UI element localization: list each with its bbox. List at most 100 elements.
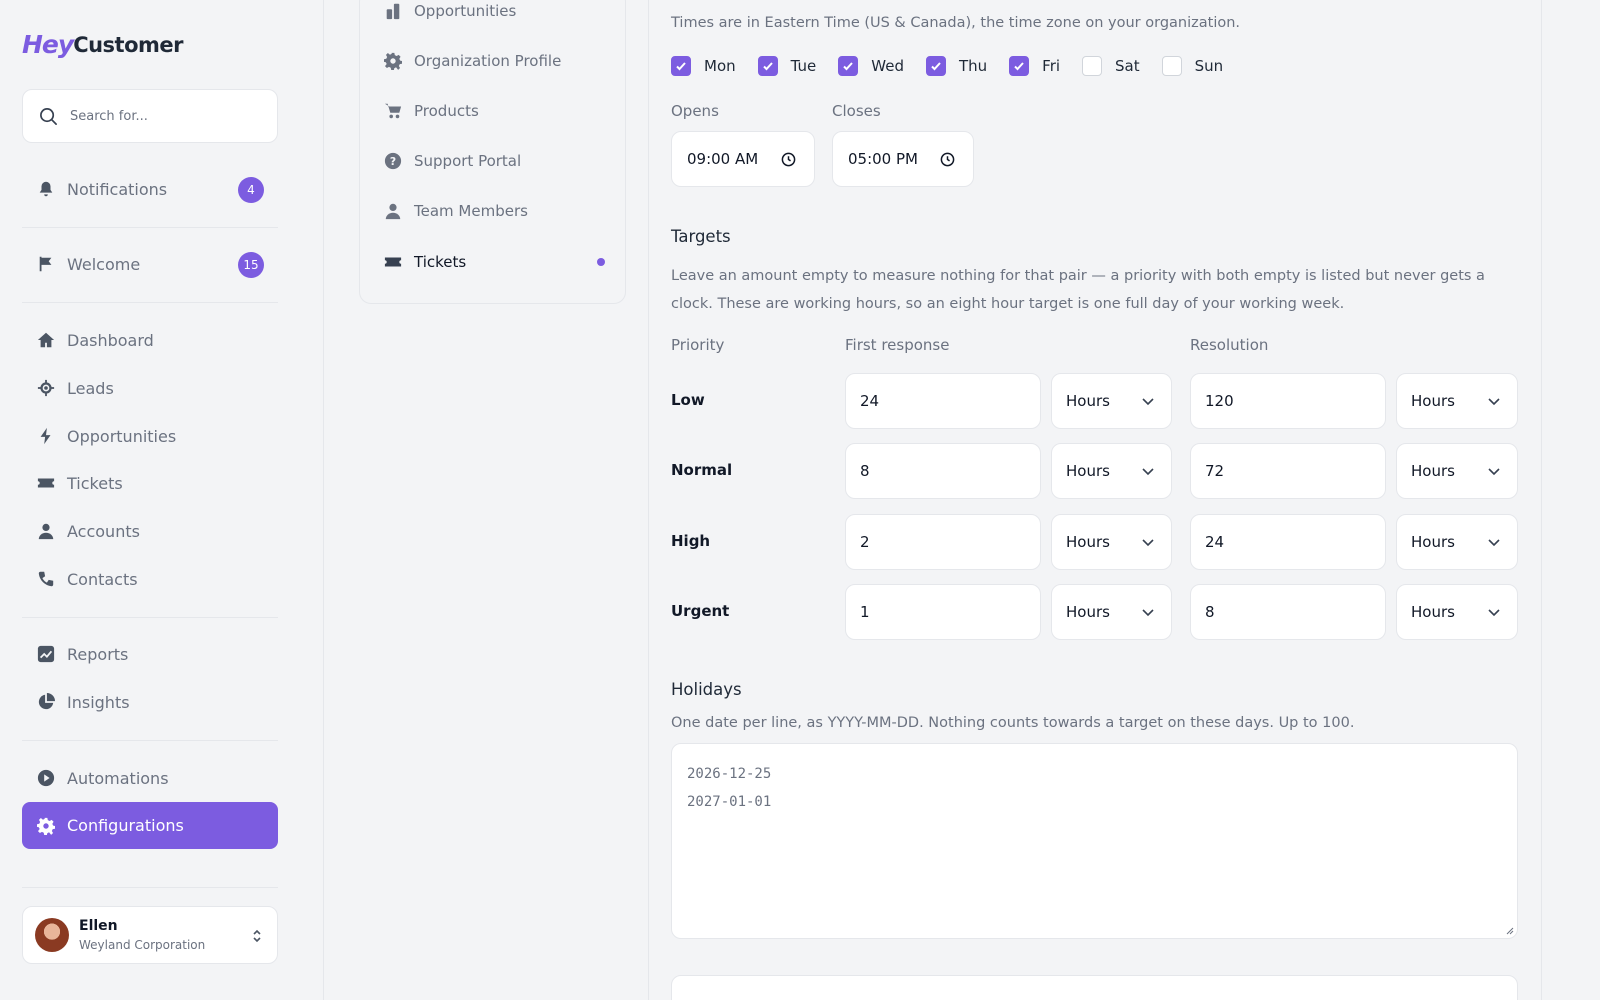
first-response-unit-select-high[interactable]: Hours: [1051, 514, 1172, 570]
sidebar-item-label: Configurations: [67, 816, 184, 835]
day-label: Mon: [704, 57, 736, 75]
day-label: Wed: [871, 57, 904, 75]
subnav-item-tickets[interactable]: Tickets: [383, 248, 605, 276]
sidebar-item-tickets[interactable]: Tickets: [22, 460, 278, 506]
checkbox[interactable]: [671, 56, 691, 76]
home-icon: [36, 330, 56, 350]
cart-icon: [383, 102, 403, 120]
logo[interactable]: Hey Customer: [22, 30, 183, 59]
checkbox[interactable]: [925, 56, 946, 76]
chevron-down-icon: [1488, 609, 1500, 617]
divider: [22, 887, 278, 888]
checkbox[interactable]: [1161, 56, 1182, 76]
sidebar-item-accounts[interactable]: Accounts: [22, 508, 278, 554]
chart-icon: [36, 644, 56, 664]
search-input[interactable]: [70, 108, 260, 124]
first-response-input-high[interactable]: 2: [845, 514, 1041, 570]
sidebar-item-reports[interactable]: Reports: [22, 631, 278, 677]
gear-icon: [383, 52, 403, 70]
subnav-item-label: Support Portal: [414, 152, 522, 170]
sidebar-item-notifications[interactable]: Notifications 4: [22, 166, 278, 212]
day-fri-checkbox[interactable]: Fri: [1009, 56, 1060, 76]
sidebar-item-automations[interactable]: Automations: [22, 755, 278, 801]
opens-time-input[interactable]: 09:00 AM: [671, 131, 815, 187]
divider: [22, 740, 278, 741]
sidebar-item-label: Contacts: [67, 569, 138, 589]
logo-hey: Hey: [22, 30, 74, 59]
check-icon: [1014, 62, 1024, 71]
check-icon: [762, 62, 773, 71]
first-response-input-urgent[interactable]: 1: [845, 584, 1041, 640]
first-response-input-low[interactable]: 24: [845, 373, 1041, 429]
crosshair-icon: [36, 378, 56, 398]
resolution-input-urgent[interactable]: 8: [1190, 584, 1386, 640]
first-response-unit-select-urgent[interactable]: Hours: [1051, 584, 1172, 640]
sidebar-item-leads[interactable]: Leads: [22, 365, 278, 411]
divider: [22, 227, 278, 228]
next-section-field[interactable]: [671, 975, 1518, 1000]
sidebar-item-opportunities[interactable]: Opportunities: [22, 413, 278, 459]
sidebar-item-label: Opportunities: [67, 426, 177, 446]
chevron-down-icon: [1488, 468, 1500, 476]
day-sat-checkbox[interactable]: Sat: [1082, 56, 1140, 76]
subnav-item-opportunities[interactable]: Opportunities: [383, 0, 605, 25]
subnav-item-organization-profile[interactable]: Organization Profile: [383, 47, 605, 75]
opens-value: 09:00 AM: [687, 150, 759, 168]
user-switcher[interactable]: Ellen Weyland Corporation: [22, 906, 278, 964]
sidebar-item-insights[interactable]: Insights: [22, 679, 278, 725]
holidays-placeholder-line: 2027-01-01: [687, 794, 772, 810]
col-header-resolution: Resolution: [1190, 336, 1269, 354]
resolution-unit-select-normal[interactable]: Hours: [1396, 443, 1518, 499]
day-mon-checkbox[interactable]: Mon: [671, 56, 736, 76]
day-sun-checkbox[interactable]: Sun: [1161, 56, 1223, 76]
col-header-first-response: First response: [845, 336, 950, 354]
day-label: Thu: [958, 57, 988, 75]
sidebar-item-label: Reports: [67, 644, 129, 664]
day-label: Sat: [1115, 57, 1140, 75]
resolution-input-normal[interactable]: 72: [1190, 443, 1386, 499]
sidebar-item-label: Accounts: [67, 521, 140, 541]
check-icon: [843, 62, 854, 71]
resolution-unit-select-urgent[interactable]: Hours: [1396, 584, 1518, 640]
sidebar-item-configurations[interactable]: Configurations: [22, 802, 278, 849]
day-wed-checkbox[interactable]: Wed: [838, 56, 904, 76]
resolution-unit-select-high[interactable]: Hours: [1396, 514, 1518, 570]
checkbox[interactable]: [838, 56, 859, 76]
chevron-updown-icon: [253, 929, 261, 943]
resize-grip-icon[interactable]: [1504, 925, 1514, 935]
divider: [22, 302, 278, 303]
select-value: Hours: [1411, 462, 1455, 480]
sidebar-item-dashboard[interactable]: Dashboard: [22, 317, 278, 363]
holidays-title: Holidays: [671, 680, 742, 699]
search-box[interactable]: [22, 89, 278, 143]
checkbox[interactable]: [757, 56, 778, 76]
divider: [22, 617, 278, 618]
sidebar-item-welcome[interactable]: Welcome 15: [22, 241, 278, 287]
sidebar-item-contacts[interactable]: Contacts: [22, 556, 278, 602]
day-tue-checkbox[interactable]: Tue: [757, 56, 816, 76]
subnav-item-label: Products: [414, 102, 479, 120]
ticket-icon: [383, 253, 403, 271]
first-response-unit-select-normal[interactable]: Hours: [1051, 443, 1172, 499]
holidays-textarea[interactable]: 2026-12-25 2027-01-01: [671, 743, 1518, 939]
subnav-item-team-members[interactable]: Team Members: [383, 197, 605, 225]
check-icon: [676, 62, 686, 71]
checkbox[interactable]: [1009, 56, 1030, 76]
sidebar-item-label: Automations: [67, 768, 169, 788]
resolution-unit-select-low[interactable]: Hours: [1396, 373, 1518, 429]
select-value: Hours: [1411, 392, 1455, 410]
phone-icon: [36, 569, 56, 589]
closes-time-input[interactable]: 05:00 PM: [832, 131, 974, 187]
subnav-item-products[interactable]: Products: [383, 97, 605, 125]
sidebar-item-label: Notifications: [67, 179, 168, 199]
checkbox[interactable]: [1082, 56, 1103, 76]
day-thu-checkbox[interactable]: Thu: [925, 56, 988, 76]
pie-icon: [36, 692, 56, 712]
first-response-unit-select-low[interactable]: Hours: [1051, 373, 1172, 429]
resolution-input-low[interactable]: 120: [1190, 373, 1386, 429]
settings-subnav: Opportunities Organization Profile Produ…: [359, 0, 626, 304]
search-icon: [40, 107, 57, 125]
subnav-item-support-portal[interactable]: ? Support Portal: [383, 147, 605, 175]
resolution-input-high[interactable]: 24: [1190, 514, 1386, 570]
first-response-input-normal[interactable]: 8: [845, 443, 1041, 499]
